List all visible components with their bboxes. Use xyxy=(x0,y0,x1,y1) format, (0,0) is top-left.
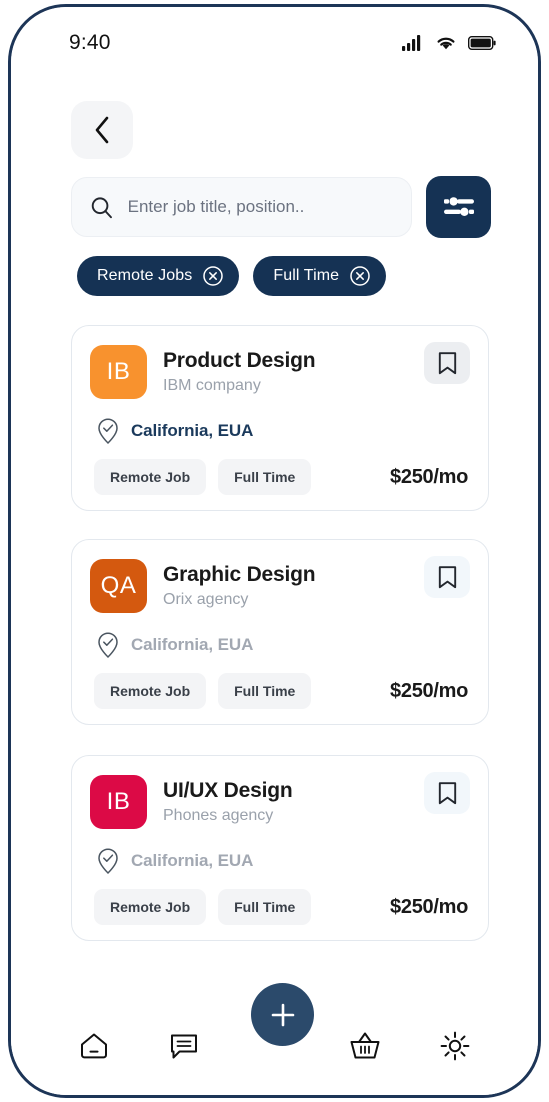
wifi-icon xyxy=(437,37,455,50)
filter-chips: Remote Jobs Full Time xyxy=(77,256,387,296)
job-card[interactable]: IB Product Design IBM company California… xyxy=(71,325,489,511)
home-icon xyxy=(81,1033,108,1059)
company-name: Phones agency xyxy=(163,807,274,825)
search-input[interactable] xyxy=(127,197,393,217)
sliders-icon xyxy=(443,197,474,216)
job-location: California, EUA xyxy=(96,631,253,659)
job-tag[interactable]: Full Time xyxy=(218,459,312,495)
job-card-footer: Remote Job Full Time $250/mo xyxy=(94,889,468,925)
job-tag[interactable]: Remote Job xyxy=(94,459,207,495)
basket-icon xyxy=(350,1032,380,1059)
phone-screen: 9:40 Enter job title, position.. Remote … xyxy=(11,7,538,1095)
job-card[interactable]: IB UI/UX Design Phones agency California… xyxy=(71,755,489,941)
job-price: $250/mo xyxy=(390,895,468,918)
bookmark-button[interactable] xyxy=(424,342,470,384)
job-location-text: California, EUA xyxy=(131,635,254,654)
phone-frame: 9:40 Enter job title, position.. Remote … xyxy=(8,4,541,1098)
company-logo: IB xyxy=(90,345,147,399)
close-circle-icon[interactable] xyxy=(349,265,371,287)
nav-item-home[interactable] xyxy=(68,1022,120,1070)
job-card-header: QA Graphic Design Orix agency xyxy=(72,540,488,616)
job-tag[interactable]: Remote Job xyxy=(94,673,207,709)
job-location: California, EUA xyxy=(96,417,253,445)
job-card-heading: Graphic Design Orix agency xyxy=(163,563,424,609)
job-tag[interactable]: Full Time xyxy=(218,889,312,925)
company-logo: QA xyxy=(90,559,147,613)
nav-item-messages[interactable] xyxy=(158,1022,210,1070)
job-card-header: IB Product Design IBM company xyxy=(72,326,488,402)
search-icon xyxy=(91,196,112,218)
chevron-left-icon xyxy=(95,116,109,144)
search-box[interactable] xyxy=(71,177,412,237)
job-tag[interactable]: Remote Job xyxy=(94,889,207,925)
verified-location-icon xyxy=(98,418,118,445)
job-title: Graphic Design xyxy=(163,562,316,586)
battery-icon xyxy=(468,36,496,50)
close-circle-icon[interactable] xyxy=(202,265,224,287)
signal-icon xyxy=(402,35,421,51)
status-icons xyxy=(402,35,496,51)
status-time: 9:40 xyxy=(69,31,111,54)
filter-chip-remote-jobs[interactable]: Remote Jobs xyxy=(77,256,240,296)
job-title: Product Design xyxy=(163,348,316,372)
bookmark-icon xyxy=(438,781,456,804)
nav-item-cart[interactable] xyxy=(339,1022,391,1070)
chat-bubble-icon xyxy=(171,1034,198,1059)
bookmark-icon xyxy=(438,351,456,374)
company-name: IBM company xyxy=(163,377,261,395)
job-location-text: California, EUA xyxy=(131,851,254,870)
bookmark-button[interactable] xyxy=(424,772,470,814)
verified-location-icon xyxy=(98,848,118,875)
job-tag[interactable]: Full Time xyxy=(218,673,312,709)
filter-button[interactable] xyxy=(426,176,491,238)
job-card[interactable]: QA Graphic Design Orix agency California… xyxy=(71,539,489,725)
job-location-text: California, EUA xyxy=(131,421,254,440)
filter-chip-full-time[interactable]: Full Time xyxy=(253,256,387,296)
company-logo: IB xyxy=(90,775,147,829)
job-card-heading: Product Design IBM company xyxy=(163,349,424,395)
filter-chip-label: Remote Jobs xyxy=(97,267,193,284)
verified-location-icon xyxy=(98,632,118,659)
status-bar: 9:40 xyxy=(11,7,538,79)
job-price: $250/mo xyxy=(390,465,468,488)
company-name: Orix agency xyxy=(163,591,249,609)
plus-icon xyxy=(271,1003,294,1026)
bookmark-button[interactable] xyxy=(424,556,470,598)
job-card-footer: Remote Job Full Time $250/mo xyxy=(94,673,468,709)
search-row xyxy=(71,176,491,238)
job-price: $250/mo xyxy=(390,679,468,702)
nav-item-settings[interactable] xyxy=(429,1022,481,1070)
back-button[interactable] xyxy=(71,101,133,159)
job-card-heading: UI/UX Design Phones agency xyxy=(163,779,424,825)
add-button[interactable] xyxy=(251,983,314,1046)
job-title: UI/UX Design xyxy=(163,778,293,802)
job-card-header: IB UI/UX Design Phones agency xyxy=(72,756,488,832)
job-location: California, EUA xyxy=(96,847,253,875)
bookmark-icon xyxy=(438,565,456,588)
job-card-footer: Remote Job Full Time $250/mo xyxy=(94,459,468,495)
gear-icon xyxy=(440,1031,470,1061)
filter-chip-label: Full Time xyxy=(273,267,340,284)
